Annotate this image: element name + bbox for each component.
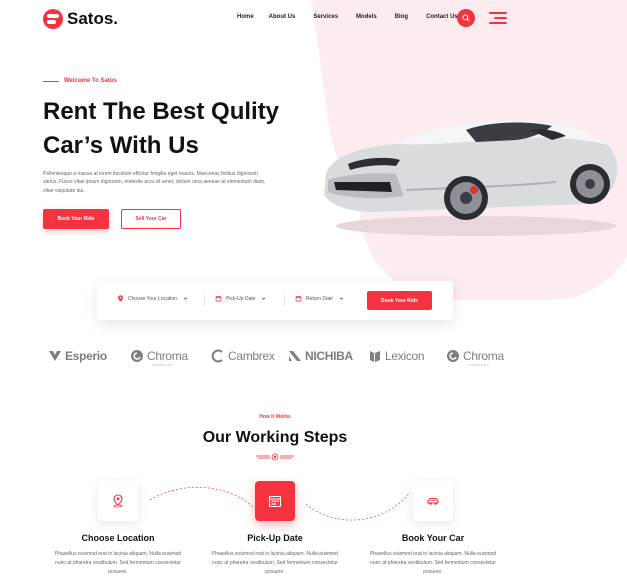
- booking-divider: [284, 295, 285, 306]
- brand-subtitle: COMPANY: [152, 363, 174, 367]
- calendar-icon: [295, 296, 302, 302]
- lexicon-logo-icon: [370, 351, 380, 362]
- booking-submit-button[interactable]: Book Your Ride: [367, 291, 432, 310]
- brand-subtitle: COMPANY: [468, 363, 490, 367]
- calendar-icon: [215, 296, 222, 302]
- pickup-date-select[interactable]: Pick-Up Date: [215, 295, 266, 302]
- main-nav: Home About Us Services Models Blog Conta…: [237, 14, 476, 20]
- step-description: Phasellus euismod erat in lacinia aliqua…: [211, 551, 339, 575]
- booking-divider: [204, 295, 205, 306]
- step-icon-box: [255, 481, 295, 521]
- step-choose-location: Choose Location Phasellus euismod erat i…: [38, 481, 198, 577]
- car-icon: [427, 497, 439, 505]
- step-title: Choose Location: [81, 533, 155, 543]
- brand-name: Chroma: [463, 349, 504, 363]
- search-button[interactable]: [457, 9, 475, 27]
- landing-page: Satos. Home About Us Services Models Blo…: [0, 0, 627, 581]
- section-title: Our Working Steps: [202, 429, 348, 446]
- cambrex-logo-icon: [211, 349, 223, 363]
- hero-eyebrow: Welcome To Satos: [43, 78, 117, 84]
- brand-nichiba: NICHIBA: [288, 349, 353, 363]
- location-pin-icon: [118, 295, 123, 302]
- hero-title-line-2: Car’s With Us: [43, 132, 199, 159]
- step-pick-up-date: Pick-Up Date Phasellus euismod erat in l…: [195, 481, 355, 577]
- nav-models[interactable]: Models: [356, 14, 377, 20]
- chevron-down-icon: [339, 297, 344, 300]
- book-your-ride-button[interactable]: Book Your Ride: [43, 209, 109, 229]
- step-description: Phasellus euismod erat in lacinia aliqua…: [54, 551, 182, 575]
- location-select-label: Choose Your Location: [128, 295, 177, 302]
- sell-your-car-button[interactable]: Sell Your Car: [121, 209, 181, 229]
- return-date-label: Return Date: [306, 295, 333, 302]
- step-icon-box: [413, 481, 453, 521]
- logo-mark-icon: [43, 9, 63, 29]
- step-title: Book Your Car: [401, 533, 465, 543]
- nav-about-us[interactable]: About Us: [269, 14, 296, 20]
- sports-car-image: [324, 120, 618, 236]
- step-icon-box: [98, 481, 138, 521]
- section-divider-icon: [256, 453, 294, 461]
- brand-esperio: Esperio: [48, 349, 107, 363]
- brand-lexicon: Lexicon: [368, 349, 425, 363]
- step-description: Phasellus euismod erat in lacinia aliqua…: [369, 551, 497, 575]
- pickup-date-label: Pick-Up Date: [226, 295, 256, 302]
- nichiba-logo-icon: [289, 351, 301, 361]
- brand-name: Esperio: [65, 349, 107, 363]
- section-eyebrow: How It Works: [259, 414, 291, 420]
- hero-title: Rent The Best Qulity Car’s With Us: [43, 95, 279, 163]
- nav-blog[interactable]: Blog: [395, 14, 408, 20]
- calendar-icon: [268, 495, 282, 508]
- chroma-logo-icon: [447, 350, 459, 362]
- hero-eyebrow-text: Welcome To Satos: [64, 78, 117, 84]
- hamburger-menu-icon[interactable]: [489, 12, 507, 24]
- location-pin-icon: [113, 494, 123, 508]
- brand-name: Chroma: [147, 349, 188, 363]
- brand-name: Lexicon: [385, 349, 425, 363]
- esperio-logo-icon: [49, 351, 61, 361]
- booking-form: Choose Your Location Pick-Up Date Return…: [97, 281, 453, 320]
- brand-chroma: Chroma COMPANY: [130, 349, 188, 367]
- logo-text: Satos.: [67, 9, 119, 28]
- nav-services[interactable]: Services: [313, 14, 338, 20]
- brand-chroma-2: Chroma COMPANY: [446, 349, 504, 367]
- nav-contact-us[interactable]: Contact Us: [426, 14, 458, 20]
- step-title: Pick-Up Date: [247, 533, 303, 543]
- site-header: Satos. Home About Us Services Models Blo…: [0, 0, 627, 38]
- brand-name: Cambrex: [228, 349, 275, 363]
- chevron-down-icon: [262, 297, 266, 300]
- brand-cambrex: Cambrex: [211, 349, 275, 363]
- nav-home[interactable]: Home: [237, 14, 254, 20]
- hero-description: Pellentesque a massa at lorem tincidunt …: [43, 171, 266, 194]
- chroma-logo-icon: [131, 350, 143, 362]
- brand-name: NICHIBA: [305, 349, 353, 363]
- return-date-select[interactable]: Return Date: [295, 295, 344, 302]
- location-select[interactable]: Choose Your Location: [117, 295, 188, 302]
- step-book-your-car: Book Your Car Phasellus euismod erat in …: [353, 481, 513, 577]
- search-icon: [462, 14, 470, 22]
- hero-title-line-1: Rent The Best Qulity: [43, 98, 280, 125]
- logo[interactable]: Satos.: [43, 9, 118, 29]
- chevron-down-icon: [183, 297, 188, 300]
- brand-logos-row: Esperio Chroma COMPANY Cambrex NICHIBA L…: [48, 349, 508, 371]
